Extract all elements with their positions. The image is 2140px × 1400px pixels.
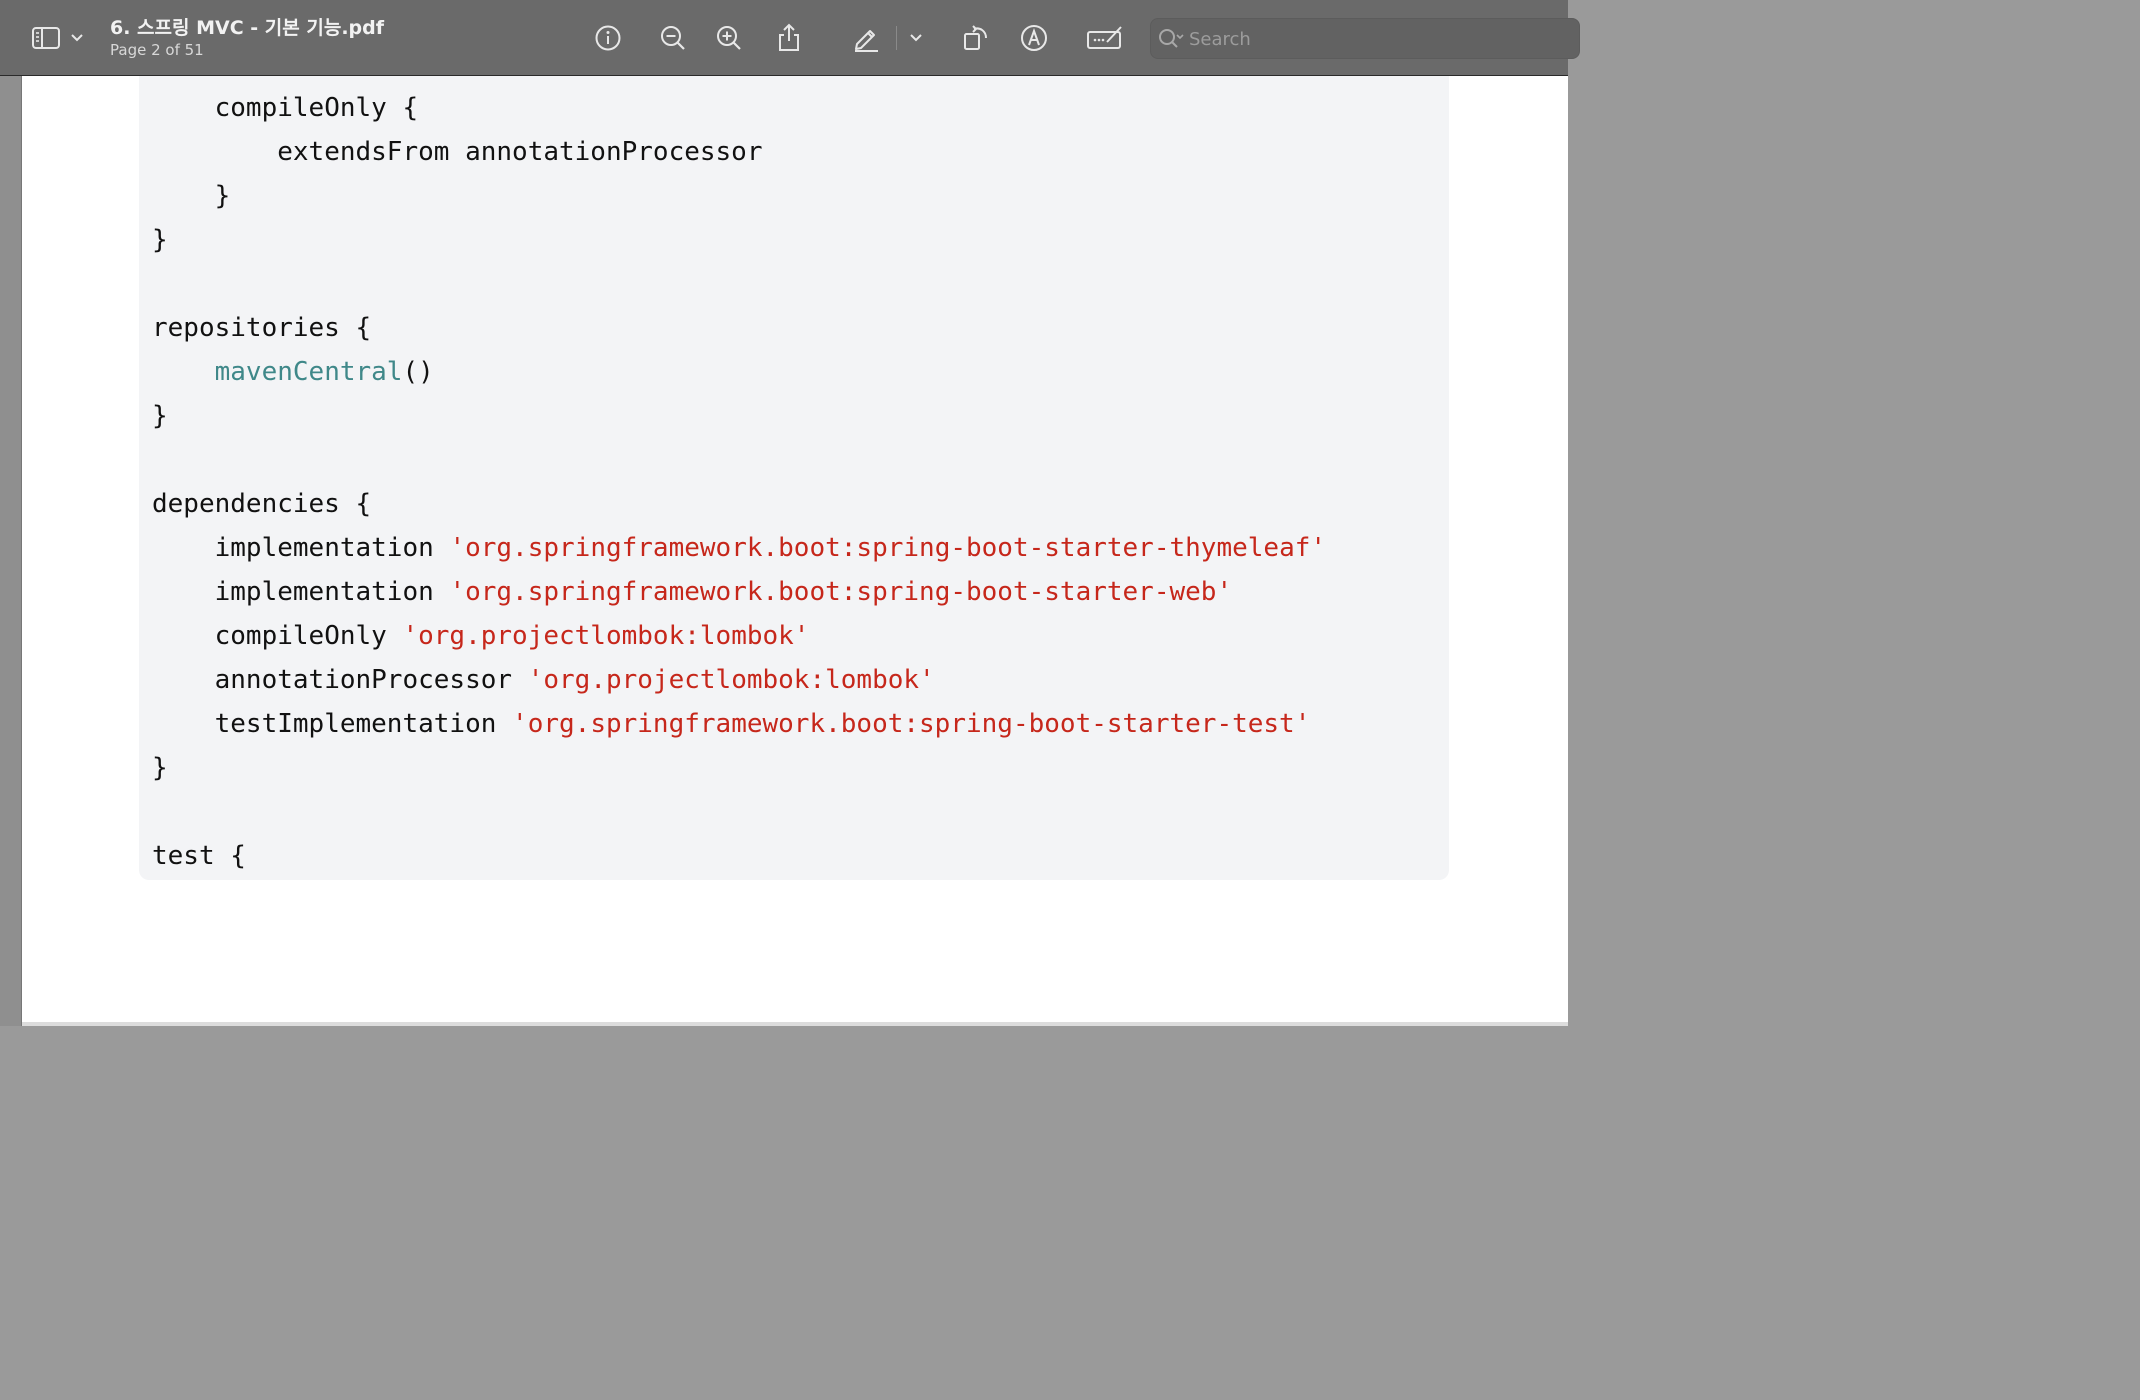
page-bottom-edge (22, 1022, 1568, 1026)
pdf-page: compileOnly { extendsFrom annotationProc… (22, 76, 1568, 1022)
code-token: } (152, 753, 168, 783)
code-string: 'org.springframework.boot:spring-boot-st… (512, 709, 1311, 739)
code-line: compileOnly { (152, 92, 419, 124)
highlight-button[interactable] (848, 20, 884, 56)
code-token: annotationProcessor (214, 665, 528, 695)
highlight-icon (851, 23, 881, 53)
page-indicator: Page 2 of 51 (110, 41, 204, 59)
chevron-down-icon (909, 33, 923, 43)
toolbar-divider (896, 26, 897, 50)
rotate-button[interactable] (957, 20, 993, 56)
code-line: compileOnly 'org.projectlombok:lombok' (152, 620, 810, 652)
toolbar: 6. 스프링 MVC - 기본 기능.pdf Page 2 of 51 (0, 0, 1580, 76)
code-line: annotationProcessor 'org.projectlombok:l… (152, 664, 935, 696)
code-line: } (152, 180, 231, 212)
code-string: 'org.projectlombok:lombok' (402, 621, 810, 651)
document-title-area: 6. 스프링 MVC - 기본 기능.pdf Page 2 of 51 (110, 16, 384, 60)
document-title: 6. 스프링 MVC - 기본 기능.pdf (110, 17, 384, 39)
code-token: } (214, 181, 231, 211)
code-block: compileOnly { extendsFrom annotationProc… (139, 76, 1449, 880)
signature-button[interactable] (1084, 20, 1126, 56)
code-line: implementation 'org.springframework.boot… (152, 532, 1326, 564)
code-token: implementation (214, 533, 450, 563)
code-line: extendsFrom annotationProcessor (152, 136, 763, 168)
markup-button[interactable] (1016, 20, 1052, 56)
code-token: extendsFrom annotationProcessor (277, 137, 763, 167)
search-icon (1157, 27, 1187, 55)
code-token: dependencies { (152, 489, 372, 519)
info-icon (594, 24, 622, 52)
code-line: mavenCentral() (152, 356, 434, 388)
code-token: } (152, 401, 168, 431)
code-string: 'org.springframework.boot:spring-boot-st… (449, 533, 1327, 563)
markup-icon (1019, 23, 1049, 53)
code-line: } (152, 224, 168, 256)
signature-icon (1085, 23, 1125, 53)
code-line: } (152, 400, 168, 432)
code-token: () (402, 357, 434, 387)
highlight-options-button[interactable] (899, 20, 933, 56)
zoom-in-button[interactable] (711, 20, 747, 56)
code-string: 'org.springframework.boot:spring-boot-st… (449, 577, 1233, 607)
rotate-icon (960, 23, 990, 53)
code-line: testImplementation 'org.springframework.… (152, 708, 1311, 740)
share-button[interactable] (771, 20, 807, 56)
search-input[interactable] (1189, 25, 1569, 53)
share-icon (775, 23, 803, 53)
info-button[interactable] (590, 20, 626, 56)
code-token: } (152, 225, 168, 255)
sidebar-toggle-button[interactable] (30, 22, 94, 54)
code-function: mavenCentral (214, 357, 403, 387)
code-token: repositories { (152, 313, 372, 343)
code-line: } (152, 752, 168, 784)
zoom-out-button[interactable] (655, 20, 691, 56)
sidebar-icon (30, 25, 62, 51)
code-token: compileOnly { (214, 93, 419, 123)
code-token: test { (152, 841, 246, 871)
code-line: dependencies { (152, 488, 371, 520)
code-line: test { (152, 840, 246, 872)
chevron-down-icon (70, 33, 84, 43)
zoom-out-icon (659, 24, 687, 52)
code-line: repositories { (152, 312, 371, 344)
code-token: compileOnly (214, 621, 403, 651)
code-string: 'org.projectlombok:lombok' (527, 665, 935, 695)
code-line: implementation 'org.springframework.boot… (152, 576, 1232, 608)
window-left-edge (0, 76, 22, 1026)
search-field[interactable] (1150, 18, 1580, 59)
code-token: testImplementation (214, 709, 513, 739)
zoom-in-icon (715, 24, 743, 52)
code-token: implementation (214, 577, 450, 607)
